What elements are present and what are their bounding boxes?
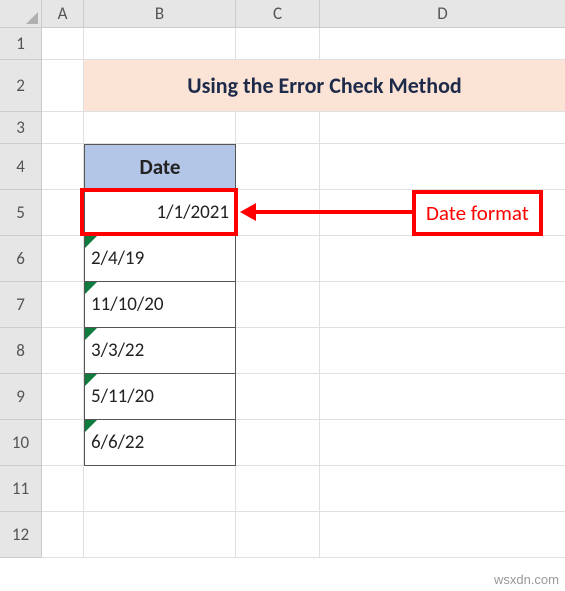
- cell-c12[interactable]: [236, 512, 320, 558]
- cell-b3[interactable]: [84, 112, 236, 144]
- cell-d12[interactable]: [320, 512, 565, 558]
- cell-grid: Using the Error Check Method Date 1/1/20…: [42, 28, 565, 558]
- cell-c3[interactable]: [236, 112, 320, 144]
- column-header-a[interactable]: A: [42, 0, 84, 28]
- cell-c1[interactable]: [236, 28, 320, 60]
- cell-b11[interactable]: [84, 466, 236, 512]
- cell-b1[interactable]: [84, 28, 236, 60]
- cell-d10[interactable]: [320, 420, 565, 466]
- cell-b8[interactable]: 3/3/22: [84, 328, 236, 374]
- cell-c4[interactable]: [236, 144, 320, 190]
- cell-a11[interactable]: [42, 466, 84, 512]
- cell-a1[interactable]: [42, 28, 84, 60]
- row-headers: 1 2 3 4 5 6 7 8 9 10 11 12: [0, 28, 42, 558]
- cell-a9[interactable]: [42, 374, 84, 420]
- cell-c10[interactable]: [236, 420, 320, 466]
- row-header-5[interactable]: 5: [0, 190, 42, 236]
- row-header-6[interactable]: 6: [0, 236, 42, 282]
- title-cell[interactable]: Using the Error Check Method: [84, 60, 565, 112]
- cell-a10[interactable]: [42, 420, 84, 466]
- row-header-11[interactable]: 11: [0, 466, 42, 512]
- row-header-10[interactable]: 10: [0, 420, 42, 466]
- row-header-4[interactable]: 4: [0, 144, 42, 190]
- cell-b12[interactable]: [84, 512, 236, 558]
- arrow-head-icon: [240, 203, 256, 221]
- cell-a7[interactable]: [42, 282, 84, 328]
- cell-b5[interactable]: 1/1/2021: [84, 190, 236, 236]
- row-header-12[interactable]: 12: [0, 512, 42, 558]
- cell-a2[interactable]: [42, 60, 84, 112]
- arrow-line: [254, 210, 412, 214]
- cell-c8[interactable]: [236, 328, 320, 374]
- cell-d11[interactable]: [320, 466, 565, 512]
- cell-d6[interactable]: [320, 236, 565, 282]
- cell-d9[interactable]: [320, 374, 565, 420]
- row-header-9[interactable]: 9: [0, 374, 42, 420]
- cell-c9[interactable]: [236, 374, 320, 420]
- row-header-7[interactable]: 7: [0, 282, 42, 328]
- cell-b6[interactable]: 2/4/19: [84, 236, 236, 282]
- row-header-8[interactable]: 8: [0, 328, 42, 374]
- row-header-2[interactable]: 2: [0, 60, 42, 112]
- column-header-c[interactable]: C: [236, 0, 320, 28]
- cell-a5[interactable]: [42, 190, 84, 236]
- column-header-d[interactable]: D: [320, 0, 565, 28]
- cell-d7[interactable]: [320, 282, 565, 328]
- cell-d3[interactable]: [320, 112, 565, 144]
- select-all-corner[interactable]: [0, 0, 42, 28]
- cell-c7[interactable]: [236, 282, 320, 328]
- cell-a12[interactable]: [42, 512, 84, 558]
- cell-b9[interactable]: 5/11/20: [84, 374, 236, 420]
- cell-d1[interactable]: [320, 28, 565, 60]
- row-header-3[interactable]: 3: [0, 112, 42, 144]
- row-header-1[interactable]: 1: [0, 28, 42, 60]
- cell-d8[interactable]: [320, 328, 565, 374]
- cell-a3[interactable]: [42, 112, 84, 144]
- cell-a4[interactable]: [42, 144, 84, 190]
- column-headers: A B C D: [42, 0, 565, 28]
- cell-c6[interactable]: [236, 236, 320, 282]
- watermark: wsxdn.com: [494, 572, 559, 587]
- callout-date-format: Date format: [412, 190, 543, 236]
- cell-c11[interactable]: [236, 466, 320, 512]
- spreadsheet: A B C D 1 2 3 4 5 6 7 8 9 10 11 12 Using…: [0, 0, 565, 591]
- column-header-b[interactable]: B: [84, 0, 236, 28]
- cell-b7[interactable]: 11/10/20: [84, 282, 236, 328]
- cell-a8[interactable]: [42, 328, 84, 374]
- table-header-date[interactable]: Date: [84, 144, 236, 190]
- cell-b10[interactable]: 6/6/22: [84, 420, 236, 466]
- cell-a6[interactable]: [42, 236, 84, 282]
- cell-d4[interactable]: [320, 144, 565, 190]
